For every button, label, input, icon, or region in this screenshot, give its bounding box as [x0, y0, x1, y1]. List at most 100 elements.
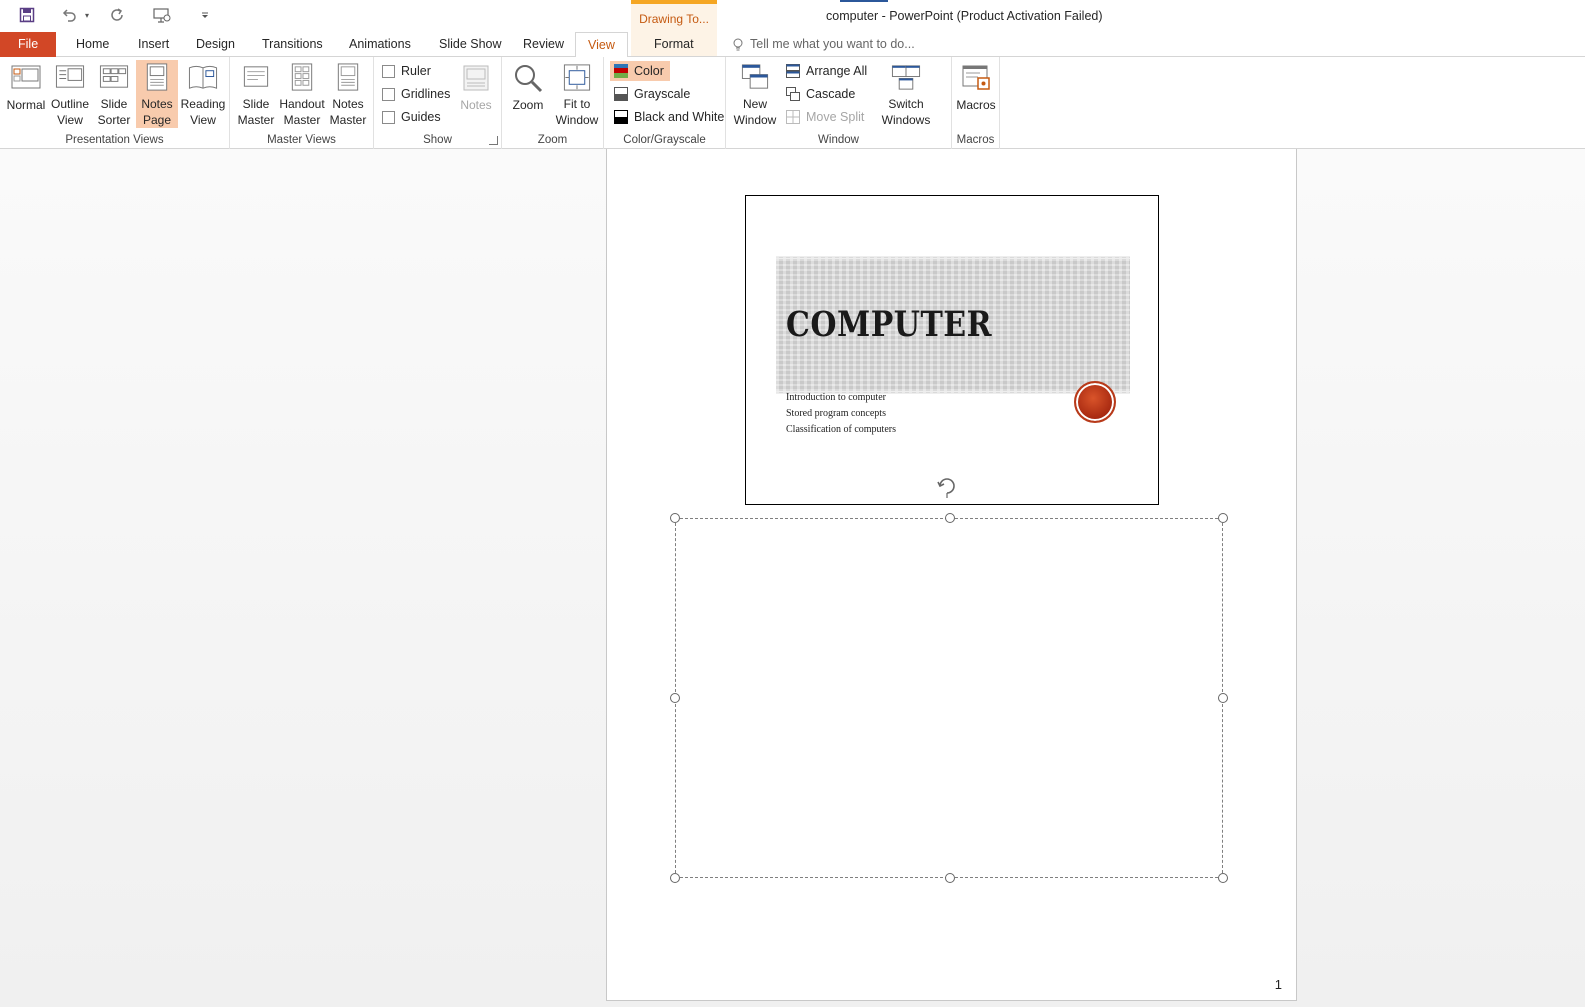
window-group-label: Window	[818, 134, 859, 146]
outline-view-button[interactable]: Outline View	[48, 60, 92, 128]
tab-format[interactable]: Format	[646, 32, 702, 57]
resize-handle[interactable]	[1218, 693, 1228, 703]
new-window-button[interactable]: New Window	[730, 60, 780, 128]
sorter-label-2: Sorter	[97, 113, 131, 127]
grayscale-label: Grayscale	[634, 87, 691, 101]
macros-icon	[962, 65, 990, 90]
presentation-views-label: Presentation Views	[65, 134, 164, 146]
tab-home[interactable]: Home	[68, 32, 117, 57]
arrange-all-icon	[786, 64, 800, 78]
start-from-beginning-icon[interactable]	[150, 4, 174, 26]
tab-insert[interactable]: Insert	[130, 32, 177, 57]
slide-title-band: COMPUTER	[776, 256, 1130, 394]
zoom-group-label: Zoom	[537, 134, 568, 146]
guides-check-box[interactable]	[382, 110, 395, 124]
reading-label-2: View	[190, 113, 216, 127]
tab-design[interactable]: Design	[188, 32, 243, 57]
resize-handle[interactable]	[670, 513, 680, 523]
move-split-button[interactable]: Move Split	[786, 107, 864, 127]
resize-handle[interactable]	[945, 873, 955, 883]
handout-master-button[interactable]: Handout Master	[278, 60, 326, 128]
notes-master-button[interactable]: Notes Master	[326, 60, 370, 128]
notes-pane-icon	[463, 65, 489, 91]
save-icon[interactable]	[16, 4, 38, 26]
fit-to-window-button[interactable]: Fit to Window	[552, 60, 602, 128]
ruler-label: Ruler	[401, 64, 431, 78]
cascade-button[interactable]: Cascade	[786, 84, 855, 104]
slide-title: COMPUTER	[786, 305, 993, 346]
slide-master-button[interactable]: Slide Master	[234, 60, 278, 128]
color-label: Color	[634, 64, 664, 78]
slide-master-icon	[243, 66, 269, 87]
tell-me-search[interactable]: Tell me what you want to do...	[732, 32, 915, 57]
notes-page-button[interactable]: Notes Page	[136, 60, 178, 128]
resize-handle[interactable]	[1218, 513, 1228, 523]
tab-slide-show[interactable]: Slide Show	[431, 32, 510, 57]
move-split-icon	[786, 110, 800, 124]
zoom-label: Zoom	[512, 98, 544, 112]
notes-placeholder[interactable]	[670, 513, 1228, 883]
ruler-checkbox[interactable]: Ruler	[382, 61, 431, 81]
resize-handle[interactable]	[670, 873, 680, 883]
outline-label-1: Outline	[50, 97, 90, 111]
rotate-handle-icon[interactable]	[935, 474, 959, 498]
resize-handle[interactable]	[945, 513, 955, 523]
guides-label: Guides	[401, 110, 441, 124]
switch-windows-button[interactable]: Switch Windows	[876, 60, 936, 128]
ruler-check-box[interactable]	[382, 64, 395, 78]
handout-master-label-1: Handout	[279, 97, 325, 111]
redo-icon[interactable]	[106, 4, 128, 26]
tab-animations[interactable]: Animations	[341, 32, 419, 57]
undo-dropdown-icon[interactable]: ▾	[82, 4, 92, 26]
resize-handle[interactable]	[670, 693, 680, 703]
guides-checkbox[interactable]: Guides	[382, 107, 441, 127]
resize-handle[interactable]	[1218, 873, 1228, 883]
arrange-all-button[interactable]: Arrange All	[786, 61, 867, 81]
notes-pane-button[interactable]: Notes	[456, 60, 496, 128]
group-master-views: Slide Master Handout Master Notes Master…	[230, 57, 374, 149]
reading-view-button[interactable]: Reading View	[180, 60, 226, 128]
sorter-label-1: Slide	[100, 97, 128, 111]
page-number: 1	[1274, 977, 1282, 992]
magnifier-icon	[515, 65, 543, 93]
normal-view-button[interactable]: Normal	[4, 60, 48, 128]
tab-transitions[interactable]: Transitions	[254, 32, 331, 57]
fit-to-window-icon	[563, 64, 591, 91]
group-macros: Macros Macros	[952, 57, 1000, 149]
tell-me-placeholder: Tell me what you want to do...	[750, 37, 915, 51]
slide-bullet: Classification of computers	[786, 424, 896, 435]
group-color-grayscale: Color Grayscale Black and White Color/Gr…	[604, 57, 726, 149]
show-dialog-launcher-icon[interactable]	[489, 136, 498, 145]
slide-thumbnail[interactable]: COMPUTER Introduction to computer Stored…	[745, 195, 1159, 505]
switch-windows-label-2: Windows	[881, 113, 931, 127]
title-bar: ▾ computer - PowerPoint (Product Activat…	[0, 0, 1585, 32]
notes-page: COMPUTER Introduction to computer Stored…	[606, 149, 1297, 1001]
macros-group-label: Macros	[956, 134, 995, 146]
notes-master-label-2: Master	[329, 113, 367, 127]
slide-sorter-button[interactable]: Slide Sorter	[92, 60, 136, 128]
tab-view[interactable]: View	[575, 32, 628, 58]
outline-view-icon	[55, 65, 85, 88]
gridlines-checkbox[interactable]: Gridlines	[382, 84, 450, 104]
notes-pane-label: Notes	[460, 98, 492, 112]
workspace: COMPUTER Introduction to computer Stored…	[0, 149, 1585, 1007]
black-and-white-button[interactable]: Black and White	[614, 107, 724, 127]
grayscale-button[interactable]: Grayscale	[614, 84, 690, 104]
undo-icon[interactable]	[58, 4, 80, 26]
new-window-label-1: New	[742, 97, 767, 111]
color-button[interactable]: Color	[610, 61, 670, 81]
group-presentation-views: Normal Outline View Slide Sorter Notes P…	[0, 57, 230, 149]
customize-qat-icon[interactable]	[198, 4, 212, 26]
tab-file[interactable]: File	[0, 32, 57, 57]
zoom-button[interactable]: Zoom	[506, 60, 550, 128]
notes-master-label-1: Notes	[332, 97, 364, 111]
tab-review[interactable]: Review	[515, 32, 572, 57]
outline-label-2: View	[57, 113, 83, 127]
master-views-label: Master Views	[267, 134, 336, 146]
group-window: New Window Arrange All Cascade Move Spli…	[726, 57, 952, 149]
notes-master-icon	[337, 63, 359, 91]
color-swatch-icon	[614, 64, 628, 78]
gridlines-check-box[interactable]	[382, 87, 395, 101]
slide-bullet: Stored program concepts	[786, 408, 886, 419]
macros-button[interactable]: Macros	[954, 60, 998, 128]
